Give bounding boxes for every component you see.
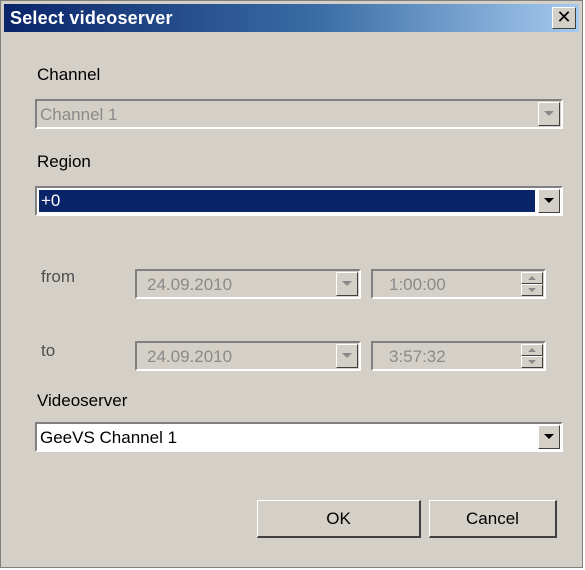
to-time-spinner[interactable]: 3:57:32 <box>371 341 546 371</box>
region-select[interactable]: +0 <box>35 186 563 216</box>
spin-up-icon[interactable] <box>521 344 543 356</box>
chevron-down-icon[interactable] <box>336 344 358 368</box>
from-label: from <box>41 267 75 286</box>
from-time-value: 1:00:00 <box>389 275 446 294</box>
close-button[interactable]: ✕ <box>552 7 576 29</box>
dialog-title: Select videoserver <box>10 8 173 28</box>
spin-down-icon[interactable] <box>521 356 543 368</box>
title-bar[interactable]: Select videoserver ✕ <box>4 4 579 32</box>
spin-down-icon[interactable] <box>521 284 543 296</box>
region-selection-highlight: +0 <box>38 189 536 213</box>
to-label: to <box>41 341 56 360</box>
ok-button[interactable]: OK <box>257 500 421 538</box>
chevron-down-icon[interactable] <box>538 102 560 126</box>
videoserver-select-value: GeeVS Channel 1 <box>40 428 178 447</box>
channel-select[interactable]: Channel 1 <box>35 99 563 129</box>
region-label: Region <box>37 152 91 171</box>
from-date-value: 24.09.2010 <box>147 275 233 294</box>
chevron-down-icon[interactable] <box>336 272 358 296</box>
to-time-value: 3:57:32 <box>389 347 446 366</box>
from-time-spin-buttons[interactable] <box>521 272 543 296</box>
channel-label: Channel <box>37 65 101 84</box>
to-date-value: 24.09.2010 <box>147 347 233 366</box>
select-videoserver-dialog: Select videoserver ✕ Channel Channel 1 R… <box>0 0 583 568</box>
from-date-picker[interactable]: 24.09.2010 <box>135 269 361 299</box>
to-time-spin-buttons[interactable] <box>521 344 543 368</box>
channel-select-value: Channel 1 <box>40 105 118 124</box>
chevron-down-icon[interactable] <box>538 189 560 213</box>
close-icon: ✕ <box>556 7 572 28</box>
from-time-spinner[interactable]: 1:00:00 <box>371 269 546 299</box>
to-date-picker[interactable]: 24.09.2010 <box>135 341 361 371</box>
cancel-button[interactable]: Cancel <box>429 500 557 538</box>
videoserver-select[interactable]: GeeVS Channel 1 <box>35 422 563 452</box>
region-select-value: +0 <box>41 191 61 210</box>
chevron-down-icon[interactable] <box>538 425 560 449</box>
videoserver-label: Videoserver <box>37 391 128 410</box>
spin-up-icon[interactable] <box>521 272 543 284</box>
